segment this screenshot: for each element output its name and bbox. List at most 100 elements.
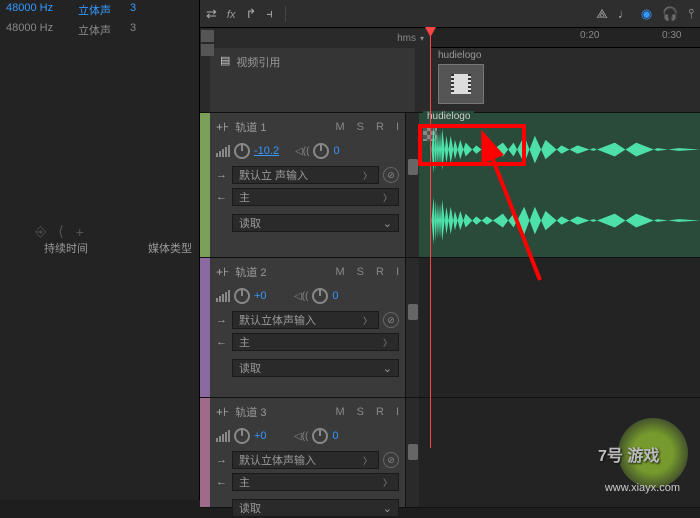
main-toolbar: ⇄ fx ↱ ⫞ ⟁ ♩ ◉ 🎧 ⫯: [200, 0, 700, 28]
mic-icon[interactable]: ⫯: [688, 6, 694, 22]
track-body[interactable]: hudielogo: [419, 113, 700, 257]
mute-button[interactable]: M: [335, 266, 344, 278]
input-select[interactable]: 默认立体声输入〉: [232, 451, 379, 469]
solo-button[interactable]: S: [357, 121, 364, 133]
meter-icon: [216, 145, 230, 157]
track-name[interactable]: 轨道 3: [235, 404, 266, 420]
record-button[interactable]: R: [376, 406, 384, 418]
fader[interactable]: [405, 258, 419, 397]
power-button[interactable]: ⊘: [383, 167, 399, 183]
expand-icon[interactable]: +⊦: [216, 405, 229, 419]
track-header: +⊦ 轨道 3 MSRI +0 ◁(( 0 → 默认立体声输入〉 ⊘ ← 主〉 …: [210, 398, 405, 507]
fader[interactable]: [405, 398, 419, 507]
sample-rate: 48000 Hz: [6, 2, 66, 18]
input-mon-button[interactable]: I: [396, 266, 399, 278]
track-color[interactable]: [200, 398, 210, 507]
swap-icon[interactable]: ⇄: [206, 6, 217, 22]
metronome-icon[interactable]: ⟁: [596, 6, 608, 22]
track-header: +⊦ 轨道 1 MSRI -10.2 ◁(( 0 → 默认立 声输入〉 ⊘ ← …: [210, 113, 405, 257]
expand-icon[interactable]: +⊦: [216, 265, 229, 279]
file-row[interactable]: 48000 Hz 立体声 3: [0, 20, 199, 40]
pan-value[interactable]: 0: [332, 290, 356, 302]
film-icon: [451, 74, 471, 94]
pan-knob[interactable]: [313, 143, 329, 159]
chevron-down-icon: ⌄: [383, 502, 392, 515]
video-clip[interactable]: [438, 64, 484, 104]
track-body[interactable]: [419, 258, 700, 397]
solo-button[interactable]: S: [357, 266, 364, 278]
duration-label: 持续时间: [44, 240, 88, 256]
solo-button[interactable]: S: [357, 406, 364, 418]
audio-track: +⊦ 轨道 2 MSRI +0 ◁(( 0 → 默认立体声输入〉 ⊘ ← 主〉 …: [200, 258, 700, 398]
column-labels: 持续时间 媒体类型: [44, 240, 192, 256]
fx-icon[interactable]: fx: [227, 6, 236, 21]
snap-icon[interactable]: ◉: [641, 6, 652, 22]
meter-icon: [216, 290, 230, 302]
chevron-down-icon: ▾: [420, 34, 424, 43]
count: 3: [130, 2, 150, 18]
volume-value[interactable]: +0: [254, 430, 278, 442]
filter-icon[interactable]: ⎆: [35, 223, 46, 240]
track-name[interactable]: 轨道 2: [235, 264, 266, 280]
back-icon[interactable]: ⟨: [58, 223, 63, 240]
automation-select[interactable]: 读取⌄: [232, 359, 399, 377]
input-select[interactable]: 默认立 声输入〉: [232, 166, 379, 184]
video-track-label: 视频引用: [236, 54, 280, 70]
media-type-label: 媒体类型: [148, 240, 192, 256]
watermark: 7号 游戏: [618, 418, 688, 488]
left-panel: 48000 Hz 立体声 3 48000 Hz 立体声 3 ⎆ ⟨ + 持续时间…: [0, 0, 200, 500]
power-button[interactable]: ⊘: [383, 312, 399, 328]
input-mon-button[interactable]: I: [396, 121, 399, 133]
fader[interactable]: [405, 113, 419, 257]
volume-knob[interactable]: [234, 428, 250, 444]
audio-track: +⊦ 轨道 1 MSRI -10.2 ◁(( 0 → 默认立 声输入〉 ⊘ ← …: [200, 113, 700, 258]
channels: 立体声: [78, 2, 118, 18]
input-select[interactable]: 默认立体声输入〉: [232, 311, 379, 329]
track-name[interactable]: 轨道 1: [235, 119, 266, 135]
headphone-icon[interactable]: 🎧: [662, 6, 678, 22]
output-select[interactable]: 主〉: [232, 473, 399, 491]
tempo-icon[interactable]: ♩: [618, 6, 631, 21]
track-header: +⊦ 轨道 2 MSRI +0 ◁(( 0 → 默认立体声输入〉 ⊘ ← 主〉 …: [210, 258, 405, 397]
record-button[interactable]: R: [376, 121, 384, 133]
file-row[interactable]: 48000 Hz 立体声 3: [0, 0, 199, 20]
record-button[interactable]: R: [376, 266, 384, 278]
output-select[interactable]: 主〉: [232, 333, 399, 351]
mute-button[interactable]: M: [335, 121, 344, 133]
output-arrow-icon: ←: [216, 476, 228, 488]
automation-select[interactable]: 读取⌄: [232, 499, 399, 517]
video-icon: ▤: [220, 54, 230, 67]
volume-value[interactable]: +0: [254, 290, 278, 302]
clip-name: hudielogo: [438, 50, 481, 61]
pan-knob[interactable]: [312, 428, 328, 444]
input-arrow-icon: →: [216, 454, 228, 466]
volume-knob[interactable]: [234, 143, 250, 159]
playhead[interactable]: [430, 28, 431, 448]
pan-value[interactable]: 0: [332, 430, 356, 442]
pan-knob[interactable]: [312, 288, 328, 304]
pan-icon: ◁((: [294, 431, 308, 442]
add-icon[interactable]: +: [76, 224, 84, 240]
power-button[interactable]: ⊘: [383, 452, 399, 468]
automation-select[interactable]: 读取⌄: [232, 214, 399, 232]
track-color[interactable]: [200, 113, 210, 257]
eq-icon[interactable]: ⫞: [266, 6, 273, 22]
chevron-down-icon: ⌄: [383, 362, 392, 375]
pan-value[interactable]: 0: [333, 145, 357, 157]
time-format[interactable]: hms ▾: [200, 28, 430, 48]
output-arrow-icon: ←: [216, 336, 228, 348]
track-color[interactable]: [200, 258, 210, 397]
output-arrow-icon: ←: [216, 191, 228, 203]
input-mon-button[interactable]: I: [396, 406, 399, 418]
input-arrow-icon: →: [216, 314, 228, 326]
output-select[interactable]: 主〉: [232, 188, 399, 206]
watermark-url: www.xiayx.com: [605, 482, 680, 494]
volume-value[interactable]: -10.2: [254, 145, 279, 157]
mute-button[interactable]: M: [335, 406, 344, 418]
input-arrow-icon: →: [216, 169, 228, 181]
volume-knob[interactable]: [234, 288, 250, 304]
expand-icon[interactable]: +⊦: [216, 120, 229, 134]
send-icon[interactable]: ↱: [245, 6, 256, 22]
time-ruler[interactable]: 0:20 0:30: [430, 28, 700, 48]
pan-icon: ◁((: [294, 291, 308, 302]
